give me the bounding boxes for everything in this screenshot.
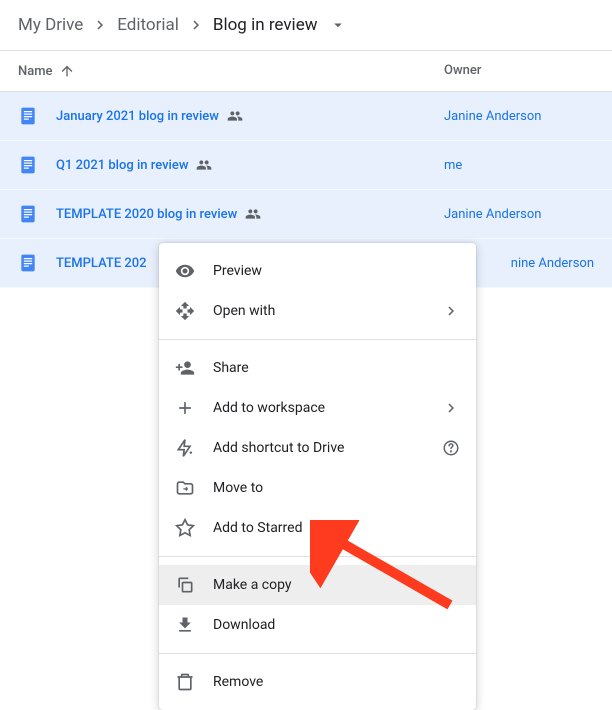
table-row[interactable]: January 2021 blog in review Janine Ander… bbox=[0, 92, 612, 141]
menu-label: Share bbox=[213, 360, 460, 376]
menu-label: Move to bbox=[213, 480, 460, 496]
column-header-name-label: Name bbox=[18, 64, 53, 79]
shared-icon bbox=[196, 157, 212, 173]
column-header-owner[interactable]: Owner bbox=[444, 63, 594, 79]
person-add-icon bbox=[175, 358, 195, 378]
column-header-name[interactable]: Name bbox=[18, 63, 444, 79]
menu-item-add-shortcut[interactable]: Add shortcut to Drive bbox=[159, 428, 476, 468]
file-name-label: Q1 2021 blog in review bbox=[56, 158, 188, 173]
table-row[interactable]: Q1 2021 blog in review me bbox=[0, 141, 612, 190]
chevron-right-icon bbox=[91, 16, 109, 34]
breadcrumb-item-mydrive[interactable]: My Drive bbox=[18, 15, 83, 35]
docs-icon bbox=[18, 253, 38, 273]
menu-item-star[interactable]: Add to Starred bbox=[159, 508, 476, 548]
menu-divider bbox=[159, 556, 476, 557]
docs-icon bbox=[18, 155, 38, 175]
file-owner-label: me bbox=[444, 158, 594, 173]
shortcut-icon bbox=[175, 438, 195, 458]
chevron-right-icon bbox=[187, 16, 205, 34]
menu-label: Open with bbox=[213, 303, 442, 319]
plus-icon bbox=[175, 398, 195, 418]
breadcrumb-item-editorial[interactable]: Editorial bbox=[117, 15, 179, 35]
caret-down-icon[interactable] bbox=[329, 16, 347, 34]
menu-item-add-workspace[interactable]: Add to workspace bbox=[159, 388, 476, 428]
help-icon[interactable] bbox=[442, 439, 460, 457]
docs-icon bbox=[18, 106, 38, 126]
table-header: Name Owner bbox=[0, 51, 612, 92]
menu-label: Make a copy bbox=[213, 577, 460, 593]
docs-icon bbox=[18, 204, 38, 224]
menu-label: Add to workspace bbox=[213, 400, 442, 416]
menu-item-move-to[interactable]: Move to bbox=[159, 468, 476, 508]
file-name-label: January 2021 blog in review bbox=[56, 109, 219, 124]
menu-label: Download bbox=[213, 617, 460, 633]
eye-icon bbox=[175, 261, 195, 281]
shared-icon bbox=[245, 206, 261, 222]
file-owner-label: Janine Anderson bbox=[444, 109, 594, 124]
file-owner-label: Janine Anderson bbox=[444, 207, 594, 222]
menu-label: Remove bbox=[213, 674, 460, 690]
breadcrumb: My Drive Editorial Blog in review bbox=[0, 0, 612, 51]
open-with-icon bbox=[175, 301, 195, 321]
menu-item-make-copy[interactable]: Make a copy bbox=[159, 565, 476, 605]
chevron-right-icon bbox=[442, 302, 460, 320]
download-icon bbox=[175, 615, 195, 635]
copy-icon bbox=[175, 575, 195, 595]
context-menu: Preview Open with Share Add to workspace… bbox=[159, 243, 476, 710]
file-name-label: TEMPLATE 2020 blog in review bbox=[56, 207, 237, 222]
menu-item-open-with[interactable]: Open with bbox=[159, 291, 476, 331]
menu-item-remove[interactable]: Remove bbox=[159, 662, 476, 702]
trash-icon bbox=[175, 672, 195, 692]
arrow-up-icon bbox=[59, 63, 75, 79]
menu-item-download[interactable]: Download bbox=[159, 605, 476, 645]
table-row[interactable]: TEMPLATE 2020 blog in review Janine Ande… bbox=[0, 190, 612, 239]
menu-label: Preview bbox=[213, 263, 460, 279]
menu-item-share[interactable]: Share bbox=[159, 348, 476, 388]
menu-divider bbox=[159, 339, 476, 340]
menu-divider bbox=[159, 653, 476, 654]
star-icon bbox=[175, 518, 195, 538]
menu-label: Add shortcut to Drive bbox=[213, 440, 442, 456]
chevron-right-icon bbox=[442, 399, 460, 417]
file-name-label: TEMPLATE 202 bbox=[56, 256, 147, 271]
menu-label: Add to Starred bbox=[213, 520, 460, 536]
shared-icon bbox=[227, 108, 243, 124]
folder-move-icon bbox=[175, 478, 195, 498]
menu-item-preview[interactable]: Preview bbox=[159, 251, 476, 291]
breadcrumb-item-current[interactable]: Blog in review bbox=[213, 15, 318, 35]
